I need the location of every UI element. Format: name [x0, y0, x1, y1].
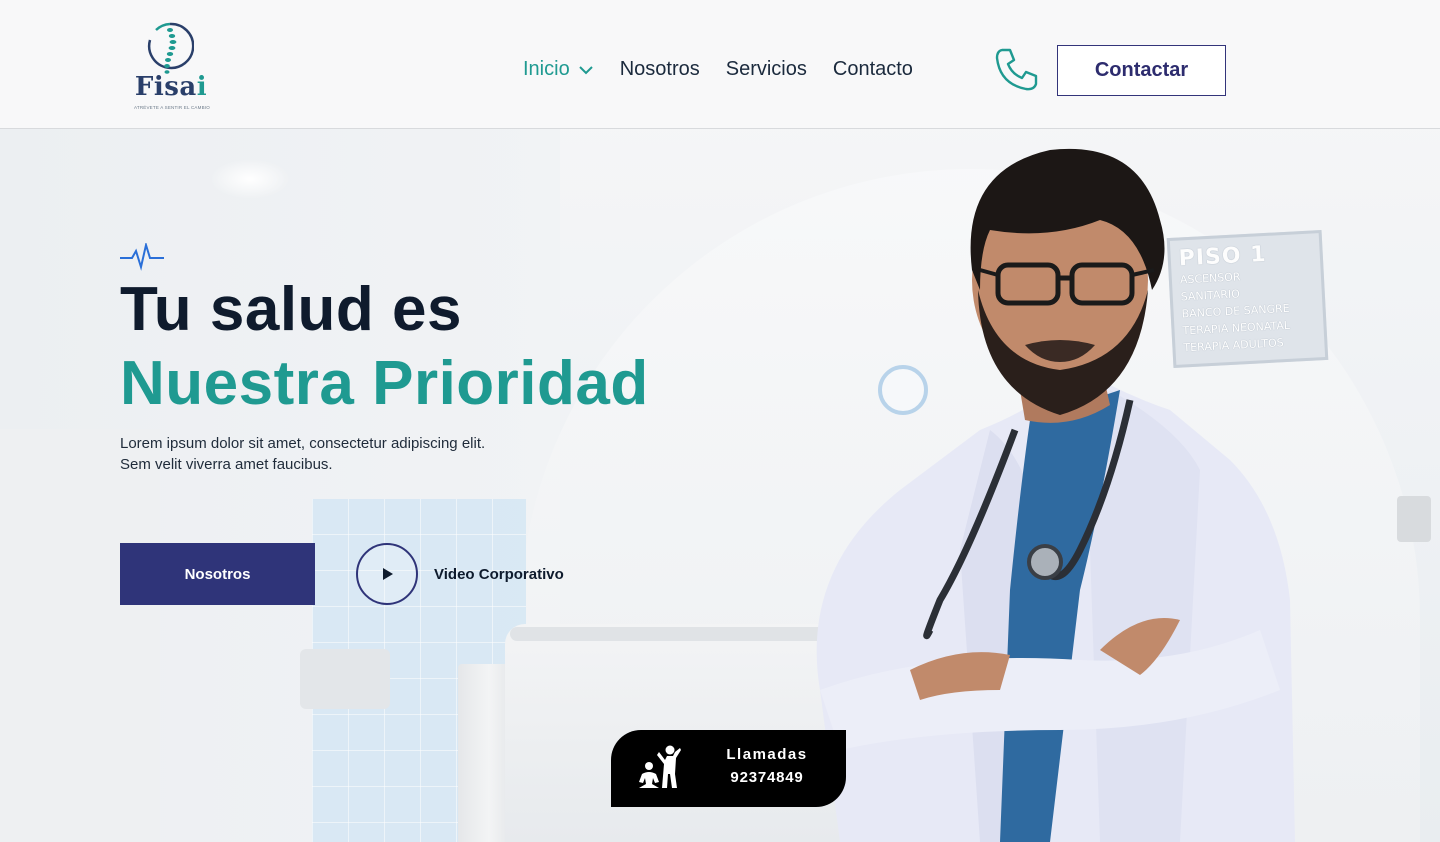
nav-item-nosotros[interactable]: Nosotros [620, 58, 700, 81]
video-label: Video Corporativo [434, 565, 564, 583]
main-nav: Inicio Nosotros Servicios Contacto [523, 58, 939, 81]
hero-description-line: Sem velit viverra amet faucibus. [120, 456, 333, 473]
play-icon [383, 568, 393, 580]
brand-name: Fisai [134, 72, 208, 102]
video-corporativo-button[interactable]: Video Corporativo [356, 543, 564, 605]
landing-page: PISO 1 ASCENSOR SANITARIO BANCO DE SANGR… [0, 0, 1440, 842]
hero-description: Lorem ipsum dolor sit amet, consectetur … [120, 433, 560, 475]
spine-logo-icon [147, 22, 194, 74]
calls-badge[interactable]: Llamadas 92374849 [611, 730, 846, 807]
nav-item-label: Inicio [523, 58, 570, 80]
phone-icon[interactable] [994, 46, 1040, 92]
wall-switch [1397, 496, 1431, 542]
contactar-button[interactable]: Contactar [1057, 45, 1226, 96]
calls-number: 92374849 [730, 769, 804, 786]
background-sink [300, 649, 390, 709]
nav-item-servicios[interactable]: Servicios [726, 58, 807, 81]
background-door [0, 429, 160, 842]
chevron-down-icon [578, 65, 593, 74]
nav-item-inicio[interactable]: Inicio [523, 58, 594, 81]
calls-title: Llamadas [726, 746, 808, 763]
hero-title-line2: Nuestra Prioridad [120, 349, 649, 418]
doctor-image [816, 148, 1295, 842]
ceiling-light [210, 159, 290, 199]
play-button[interactable] [356, 543, 418, 605]
hero-title-line1: Tu salud es [120, 275, 462, 344]
brand-tagline: ATRÉVETE A SENTIR EL CAMBIO [134, 105, 210, 110]
nav-item-contacto[interactable]: Contacto [833, 58, 913, 81]
calls-text: Llamadas 92374849 [701, 746, 833, 786]
heartbeat-icon [120, 243, 164, 271]
brand-logo[interactable]: Fisai ATRÉVETE A SENTIR EL CAMBIO [134, 22, 210, 114]
hero-description-line: Lorem ipsum dolor sit amet, consectetur … [120, 435, 486, 452]
site-header: Fisai ATRÉVETE A SENTIR EL CAMBIO Inicio… [0, 0, 1440, 129]
nosotros-button[interactable]: Nosotros [120, 543, 315, 605]
people-care-icon [639, 745, 681, 788]
